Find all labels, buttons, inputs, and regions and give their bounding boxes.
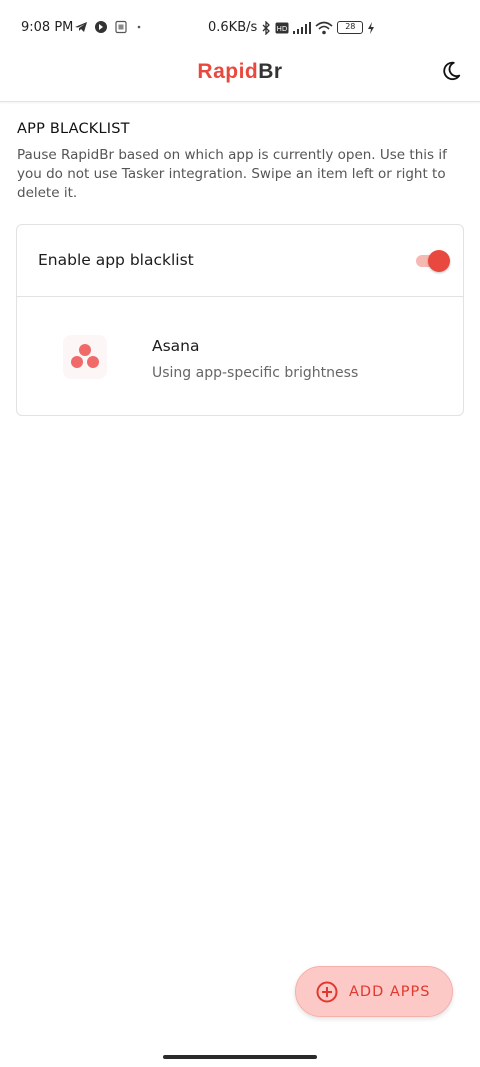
list-item[interactable]: Asana Using app-specific brightness — [17, 297, 463, 415]
moon-icon — [443, 61, 461, 81]
asana-icon — [63, 335, 107, 379]
network-speed: 0.6KB/s — [208, 20, 258, 35]
svg-text:HD: HD — [277, 25, 288, 33]
signal-app-icon — [95, 21, 107, 33]
app-subtitle: Using app-specific brightness — [152, 365, 359, 381]
app-bar: RapidBr — [0, 56, 480, 102]
add-circle-icon — [316, 981, 338, 1002]
telegram-icon — [75, 22, 87, 32]
app-name: Asana — [152, 337, 200, 355]
enable-blacklist-label: Enable app blacklist — [38, 251, 194, 269]
app-title-accent: Rapid — [197, 60, 259, 83]
home-indicator[interactable] — [163, 1055, 317, 1059]
enable-blacklist-row[interactable]: Enable app blacklist — [17, 225, 463, 297]
bluetooth-icon — [262, 20, 271, 35]
add-apps-button[interactable]: ADD APPS — [295, 966, 453, 1017]
dot-icon — [137, 25, 141, 29]
status-right-icons: 0.6KB/s HD 28 — [208, 20, 375, 35]
section-title: APP BLACKLIST — [17, 121, 130, 137]
switch-thumb — [428, 250, 450, 272]
sim-icon — [115, 20, 127, 34]
app-title: RapidBr — [0, 60, 480, 84]
app-title-rest: Br — [258, 60, 283, 83]
theme-toggle-button[interactable] — [436, 56, 466, 86]
wifi-icon — [315, 21, 333, 34]
charging-icon — [368, 21, 375, 34]
section-description: Pause RapidBr based on which app is curr… — [17, 147, 447, 201]
cell-signal-icon — [293, 21, 312, 34]
blacklist-card: Enable app blacklist Asana Using app-spe… — [16, 224, 464, 416]
add-apps-label: ADD APPS — [349, 983, 431, 1000]
status-left-icons — [74, 20, 144, 34]
enable-blacklist-switch[interactable] — [414, 249, 450, 272]
hd-icon: HD — [275, 22, 289, 33]
battery-icon: 28 — [337, 21, 364, 34]
status-bar: 9:08 PM 0.6KB/s HD 28 — [0, 0, 480, 56]
status-time: 9:08 PM — [21, 20, 74, 35]
